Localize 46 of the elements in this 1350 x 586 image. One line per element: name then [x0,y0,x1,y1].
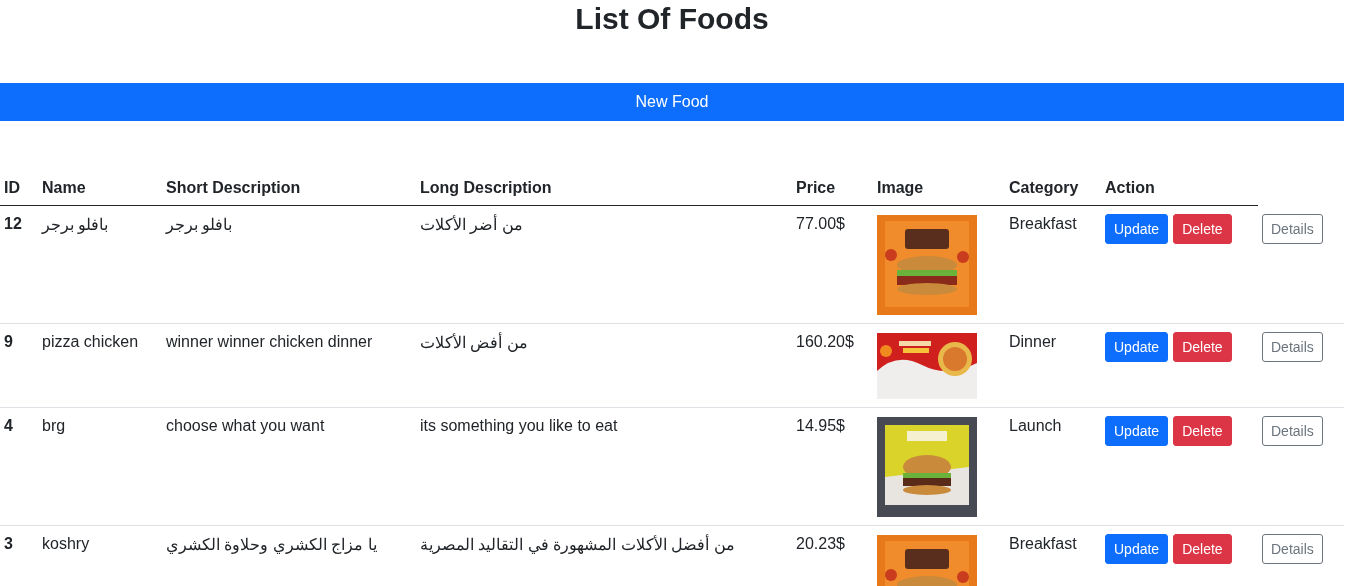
column-header: Name [38,171,162,206]
update-button[interactable]: Update [1105,534,1169,564]
table-cell: Breakfast [1005,525,1101,586]
table-cell: Launch [1005,407,1101,526]
column-header: Price [792,171,873,206]
table-cell: من أفض الأكلات [416,323,792,408]
update-button[interactable]: Update [1105,416,1169,446]
table-cell: its something you like to eat [416,407,792,526]
delete-button[interactable]: Delete [1173,214,1232,244]
table-cell: بافلو برجر [162,205,416,324]
table-cell: pizza chicken [38,323,162,408]
table-cell: 4 [0,407,38,526]
column-header: Short Description [162,171,416,206]
column-header: ID [0,171,38,206]
table-cell: من أفضل الأكلات المشهورة في التقاليد المصرية [416,525,792,586]
table-cell: 3 [0,525,38,586]
table-cell: choose what you want [162,407,416,526]
table-cell: brg [38,407,162,526]
delete-button[interactable]: Delete [1173,416,1232,446]
delete-button[interactable]: Delete [1173,534,1232,564]
delete-button[interactable]: Delete [1173,332,1232,362]
update-button[interactable]: Update [1105,332,1169,362]
column-header: Category [1005,171,1101,206]
table-cell: winner winner chicken dinner [162,323,416,408]
table-cell: بافلو برجر [38,205,162,324]
table-cell: koshry [38,525,162,586]
new-food-button[interactable]: New Food [0,83,1344,121]
column-header: Long Description [416,171,792,206]
table-cell: Dinner [1005,323,1101,408]
page-title: List Of Foods [574,1,770,37]
table-cell: من أضر الأكلات [416,205,792,324]
column-header: Action [1101,171,1258,206]
update-button[interactable]: Update [1105,214,1169,244]
column-header: Image [873,171,1005,206]
details-button[interactable]: Details [1262,213,1323,244]
table-cell: 77.00$ [792,205,873,324]
table-cell: 14.95$ [792,407,873,526]
details-button[interactable]: Details [1262,416,1323,446]
table-cell: 9 [0,323,38,408]
details-button[interactable]: Details [1262,332,1323,362]
table-cell: 160.20$ [792,323,873,408]
table-cell: يا مزاج الكشري وحلاوة الكشري [162,525,416,586]
table-cell: 12 [0,205,38,324]
table-cell: 20.23$ [792,525,873,586]
table-cell: Breakfast [1005,205,1101,324]
details-button[interactable]: Details [1262,534,1323,564]
